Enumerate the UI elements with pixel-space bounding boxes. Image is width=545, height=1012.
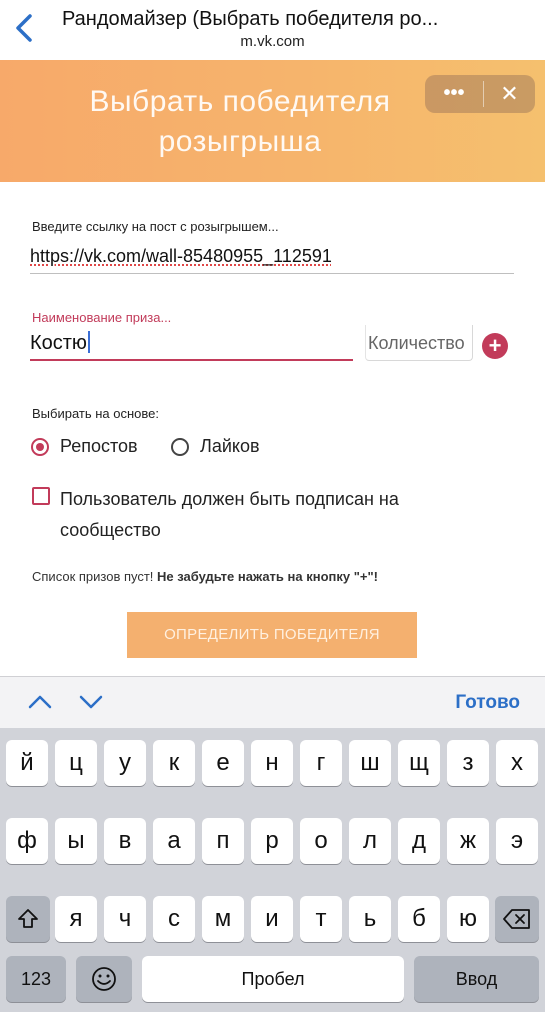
key-ю[interactable]: ю [447, 896, 489, 942]
browser-page-title: Рандомайзер (Выбрать победителя ро... [62, 8, 439, 30]
prize-name-input[interactable]: Костю [30, 325, 353, 361]
key-р[interactable]: р [251, 818, 293, 864]
key-э[interactable]: э [496, 818, 538, 864]
basis-label: Выбирать на основе: [32, 406, 159, 421]
emoji-icon [92, 967, 116, 991]
prize-name-label: Наименование приза... [32, 310, 172, 325]
reposts-radio[interactable] [31, 438, 49, 456]
key-ц[interactable]: ц [55, 740, 97, 786]
emoji-key[interactable] [76, 956, 132, 1002]
numbers-key[interactable]: 123 [6, 956, 66, 1002]
key-ф[interactable]: ф [6, 818, 48, 864]
note-bold-text: Не забудьте нажать на кнопку "+"! [157, 569, 378, 584]
app-header: Выбрать победителя розыгрыша ••• ✕ [0, 60, 545, 182]
likes-radio-label[interactable]: Лайков [200, 436, 260, 457]
key-и[interactable]: и [251, 896, 293, 942]
key-с[interactable]: с [153, 896, 195, 942]
post-link-label: Введите ссылку на пост с розыгрышем... [32, 219, 279, 234]
empty-prizes-note: Список призов пуст! Не забудьте нажать н… [32, 569, 378, 584]
backspace-icon [503, 909, 530, 929]
key-а[interactable]: а [153, 818, 195, 864]
subscribed-checkbox-label[interactable]: Пользователь должен быть подписан на соо… [60, 484, 490, 546]
key-г[interactable]: г [300, 740, 342, 786]
header-controls: ••• ✕ [425, 75, 535, 113]
browser-url: m.vk.com [240, 33, 305, 50]
quantity-input[interactable]: Количество [365, 325, 473, 361]
space-key[interactable]: Пробел [142, 956, 404, 1002]
chevron-up-icon[interactable] [27, 689, 53, 715]
key-у[interactable]: у [104, 740, 146, 786]
onscreen-keyboard: йцукенгшщзх фывапролджэ ячсмитьбю 123 Пр… [0, 728, 545, 1012]
app-title: Выбрать победителя розыгрыша [89, 85, 391, 158]
post-link-value: https://vk.com/wall-85480955_112591 [30, 246, 332, 266]
key-б[interactable]: б [398, 896, 440, 942]
close-icon[interactable]: ✕ [484, 75, 535, 113]
note-text: Список призов пуст! [32, 569, 158, 584]
key-ь[interactable]: ь [349, 896, 391, 942]
key-з[interactable]: з [447, 740, 489, 786]
key-к[interactable]: к [153, 740, 195, 786]
prize-name-value: Костю [30, 332, 87, 354]
chevron-down-icon[interactable] [78, 689, 104, 715]
likes-radio[interactable] [171, 438, 189, 456]
text-caret [87, 331, 90, 353]
key-щ[interactable]: щ [398, 740, 440, 786]
key-ы[interactable]: ы [55, 818, 97, 864]
keyboard-accessory-bar: Готово [0, 676, 545, 728]
key-м[interactable]: м [202, 896, 244, 942]
key-ч[interactable]: ч [104, 896, 146, 942]
key-п[interactable]: п [202, 818, 244, 864]
key-ж[interactable]: ж [447, 818, 489, 864]
key-й[interactable]: й [6, 740, 48, 786]
return-key[interactable]: Ввод [414, 956, 539, 1002]
determine-winner-button[interactable]: ОПРЕДЕЛИТЬ ПОБЕДИТЕЛЯ [127, 612, 417, 658]
key-в[interactable]: в [104, 818, 146, 864]
add-prize-icon[interactable]: + [482, 333, 508, 359]
key-д[interactable]: д [398, 818, 440, 864]
shift-key[interactable] [6, 896, 50, 942]
post-link-input[interactable]: https://vk.com/wall-85480955_112591 [30, 238, 514, 274]
reposts-radio-label[interactable]: Репостов [60, 436, 138, 457]
key-я[interactable]: я [55, 896, 97, 942]
key-л[interactable]: л [349, 818, 391, 864]
backspace-key[interactable] [495, 896, 539, 942]
page: Рандомайзер (Выбрать победителя ро... m.… [0, 0, 545, 1012]
key-о[interactable]: о [300, 818, 342, 864]
browser-nav-bar: Рандомайзер (Выбрать победителя ро... m.… [0, 0, 545, 60]
key-е[interactable]: е [202, 740, 244, 786]
subscribed-checkbox[interactable] [32, 487, 50, 505]
shift-icon [18, 909, 38, 928]
more-icon[interactable]: ••• [425, 75, 483, 113]
key-х[interactable]: х [496, 740, 538, 786]
key-н[interactable]: н [251, 740, 293, 786]
key-ш[interactable]: ш [349, 740, 391, 786]
key-т[interactable]: т [300, 896, 342, 942]
done-button[interactable]: Готово [455, 692, 520, 714]
